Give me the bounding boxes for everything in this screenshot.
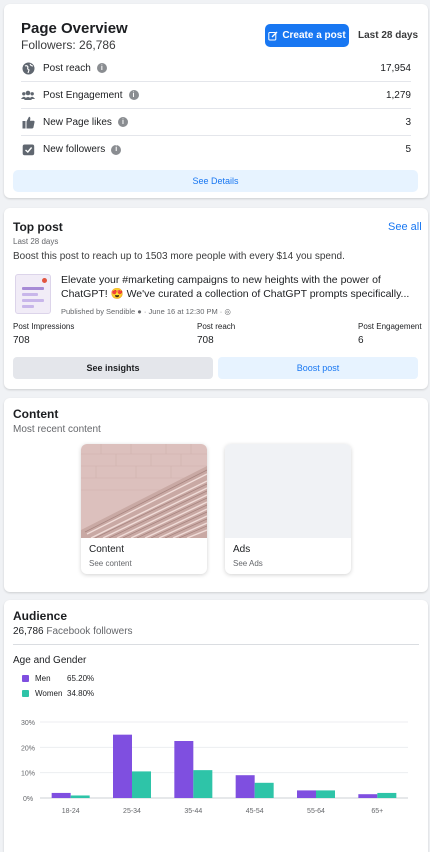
post-text-line: ChatGPT! 😍 We've curated a collection of… [61,288,410,300]
audience-card: Audience 26,786 Facebook followers Age a… [4,600,428,852]
audience-title: Audience [13,609,68,623]
x-tick-label: 35-44 [184,808,202,815]
metric-label: Post Engagement [43,89,123,101]
see-details-button[interactable]: See Details [13,170,418,192]
post-meta: Published by Sendible ● · June 16 at 12:… [61,307,231,316]
tile-title: Ads [233,544,251,555]
metric-row-post-reach: Post reach i 17,954 [21,55,411,82]
metric-label: New followers [43,144,106,155]
page-overview-title: Page Overview [21,20,128,37]
stat-value: 6 [358,335,364,346]
audience-followers-label: Facebook followers [46,626,133,637]
metric-value: 3 [405,116,411,128]
stat-value: 708 [197,335,214,346]
legend-men: Men 65.20% [22,674,94,683]
metric-value: 1,279 [385,89,411,101]
y-tick-label: 10% [21,771,35,778]
legend-swatch [22,690,29,697]
create-post-button[interactable]: Create a post [265,24,349,47]
edit-icon [268,31,278,40]
stat-post-reach: Post reach 708 [197,322,235,346]
age-gender-bar-chart: 0% 10% 20% 30% 18-24 25-34 35-44 45-54 55-64 65+ [21,720,408,815]
bar-women-25-34 [132,771,151,798]
age-gender-heading: Age and Gender [13,655,87,666]
legend-women: Women 34.80% [22,689,94,698]
tile-title: Content [89,544,125,555]
stat-value: 708 [13,335,30,346]
stat-label: Post reach [197,322,236,331]
metric-label: Post reach [43,62,91,74]
metric-row-post-engagement: Post Engagement i 1,279 [21,82,411,109]
info-icon[interactable]: i [117,117,128,127]
boost-suggestion: Boost this post to reach up to 1503 more… [13,251,345,262]
globe-icon [21,61,35,75]
bar-women-35-44 [193,770,213,798]
x-tick-label: 55-64 [307,808,325,815]
y-tick-label: 20% [21,745,35,752]
x-tick-label: 45-54 [246,808,264,815]
ads-placeholder-image [225,444,351,538]
legend-label: Women [35,689,63,698]
bar-men-18-24 [51,792,71,798]
metric-value: 5 [405,144,411,155]
x-tick-label: 65+ [371,808,383,815]
tile-subtitle: See Ads [233,559,263,568]
info-icon[interactable]: i [96,63,107,73]
stat-post-impressions: Post Impressions 708 [13,322,74,346]
stairs-image [81,444,207,538]
page-overview-card: Page Overview Followers: 26,786 Create a… [4,4,428,198]
legend-percent: 34.80% [67,689,95,698]
bar-men-25-34 [113,734,132,798]
see-insights-button[interactable]: See insights [13,357,213,379]
check-box-icon [21,143,35,157]
bar-women-65+ [377,792,397,798]
metric-label: New Page likes [43,116,112,128]
x-tick-label: 25-34 [123,808,141,815]
info-icon[interactable]: i [111,144,122,155]
bar-men-65+ [358,794,378,798]
divider [13,644,419,645]
period-selector[interactable]: Last 28 days [358,30,418,41]
create-post-label: Create a post [282,30,346,41]
see-all-link[interactable]: See all [388,221,422,233]
post-text[interactable]: Elevate your #marketing campaigns to new… [61,273,421,301]
thumbs-up-icon [21,115,35,129]
content-subtitle: Most recent content [13,424,101,435]
y-tick-label: 0% [23,796,33,803]
metric-value: 17,954 [380,62,411,74]
tile-subtitle: See content [89,559,132,568]
audience-followers: 26,786 Facebook followers [13,626,133,637]
metric-row-new-page-likes: New Page likes i 3 [21,109,411,136]
people-icon [21,88,35,102]
legend-percent: 65.20% [67,674,95,683]
info-icon[interactable]: i [128,90,139,100]
bar-women-55-64 [316,790,335,798]
post-thumbnail[interactable] [15,274,51,314]
top-post-title: Top post [13,220,63,234]
legend-swatch [22,675,29,682]
audience-followers-count: 26,786 [13,626,44,637]
top-post-card: Top post See all Last 28 days Boost this… [4,208,428,389]
content-title: Content [13,407,59,421]
followers-count: Followers: 26,786 [21,38,116,52]
y-tick-label: 30% [21,720,35,727]
top-post-period: Last 28 days [13,237,59,246]
bar-women-45-54 [254,782,274,798]
bar-women-18-24 [70,795,90,798]
post-text-line: Elevate your #marketing campaigns to new… [61,274,381,286]
stat-label: Post Impressions [13,322,75,331]
bar-men-55-64 [297,790,316,798]
boost-post-button[interactable]: Boost post [218,357,418,379]
bar-men-45-54 [235,775,255,798]
stat-post-engagement: Post Engagement 6 [358,322,422,346]
bar-men-35-44 [174,741,194,798]
content-tile[interactable]: Content See content [81,444,207,574]
metric-row-new-followers: New followers i 5 [21,136,411,163]
ads-tile[interactable]: Ads See Ads [225,444,351,574]
content-card: Content Most recent content Content See … [4,398,428,592]
stat-label: Post Engagement [358,322,422,331]
x-tick-label: 18-24 [62,808,80,815]
legend-label: Men [35,674,51,683]
